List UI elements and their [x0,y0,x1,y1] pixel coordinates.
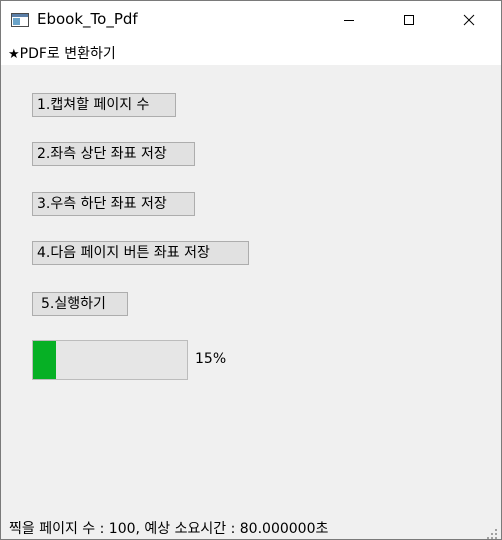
save-next-page-button[interactable]: 4.다음 페이지 버튼 좌표 저장 [32,241,249,265]
menu-item-convert-pdf[interactable]: ★PDF로 변환하기 [8,43,116,63]
maximize-button[interactable] [386,1,432,39]
progress-fill [33,341,56,379]
run-button[interactable]: 5.실행하기 [32,292,128,316]
capture-pages-button[interactable]: 1.캡쳐할 페이지 수 [32,93,176,117]
save-top-left-button[interactable]: 2.좌측 상단 좌표 저장 [32,142,195,166]
app-window: Ebook_To_Pdf ★PDF로 변환하기 1.캡쳐할 페이지 수 2.좌측… [0,0,502,540]
close-icon [463,14,475,26]
minimize-button[interactable] [326,1,372,39]
maximize-icon [404,15,414,25]
menu-item-label: PDF로 변환하기 [19,46,116,62]
status-text: 찍을 페이지 수 : 100, 예상 소요시간 : 80.000000초 [9,521,329,537]
minimize-icon [344,20,354,21]
progress-bar [32,340,188,380]
title-bar[interactable]: Ebook_To_Pdf [1,1,501,39]
star-icon: ★ [8,47,20,62]
menu-bar: ★PDF로 변환하기 [1,39,501,65]
close-button[interactable] [446,1,492,39]
app-window-icon [11,12,29,27]
window-title: Ebook_To_Pdf [37,10,138,28]
resize-grip-icon[interactable] [487,525,498,539]
save-bottom-right-button[interactable]: 3.우측 하단 좌표 저장 [32,192,195,216]
progress-percent-label: 15% [195,351,227,367]
